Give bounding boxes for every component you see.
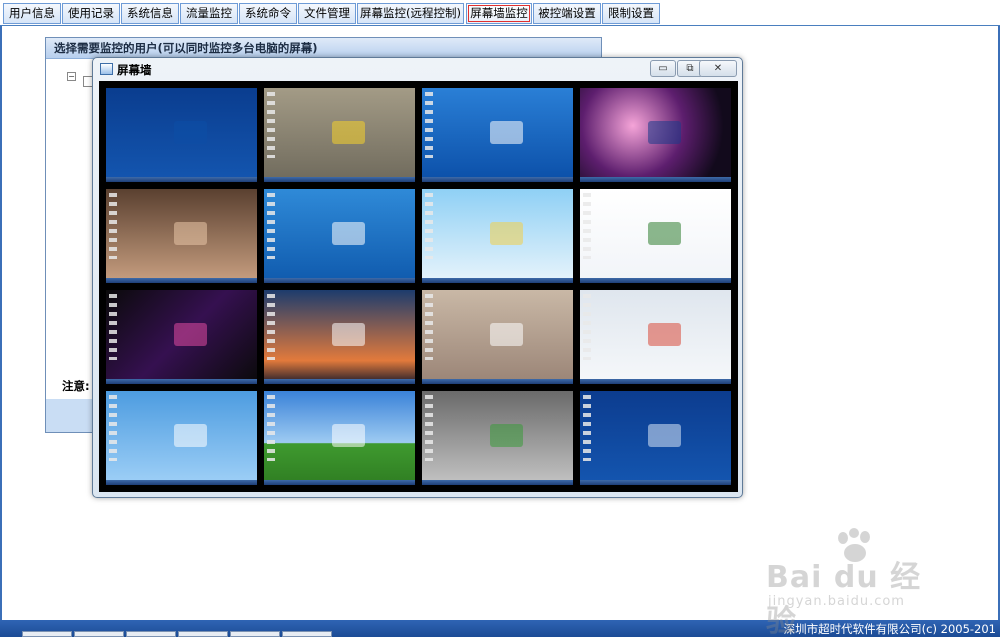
tab-screen-monitor-remote[interactable]: 屏幕监控(远程控制)	[357, 3, 464, 24]
screen-taskbar	[580, 480, 731, 485]
desktop-icons	[109, 193, 117, 259]
desktop-icons	[425, 395, 433, 461]
monitored-screen-thumbnail[interactable]	[106, 290, 257, 384]
screen-content-accent	[489, 120, 524, 145]
screen-taskbar	[106, 379, 257, 384]
monitored-screen-thumbnail[interactable]	[264, 391, 415, 485]
screen-taskbar	[106, 177, 257, 182]
tab-file-management[interactable]: 文件管理	[298, 3, 356, 24]
screen-wall-grid	[99, 81, 738, 492]
baidu-watermark: Bai du 经验 jingyan.baidu.com	[766, 528, 946, 637]
tab-usage-records[interactable]: 使用记录	[62, 3, 120, 24]
screen-taskbar	[422, 379, 573, 384]
monitored-screen-thumbnail[interactable]	[264, 88, 415, 182]
window-title: 屏幕墙	[117, 63, 152, 77]
screen-taskbar	[264, 177, 415, 182]
monitored-screen-thumbnail[interactable]	[422, 391, 573, 485]
monitored-screen-thumbnail[interactable]	[580, 391, 731, 485]
monitored-screen-thumbnail[interactable]	[106, 391, 257, 485]
screen-content-accent	[489, 221, 524, 246]
desktop-icons	[267, 193, 275, 259]
tab-screen-wall-monitor[interactable]: 屏幕墙监控	[466, 3, 532, 24]
tab-client-settings[interactable]: 被控端设置	[533, 3, 601, 24]
screen-taskbar	[106, 480, 257, 485]
screen-taskbar	[422, 480, 573, 485]
screen-taskbar	[422, 278, 573, 283]
desktop-icons	[267, 294, 275, 360]
desktop-icons	[109, 395, 117, 461]
screen-wall-window: 屏幕墙 ▭ ⧉ ✕	[92, 57, 743, 498]
screen-taskbar	[422, 177, 573, 182]
screen-content-accent	[647, 120, 682, 145]
screen-taskbar	[264, 278, 415, 283]
screen-content-accent	[647, 221, 682, 246]
screen-content-accent	[173, 221, 208, 246]
tab-traffic-monitor[interactable]: 流量监控	[180, 3, 238, 24]
close-button[interactable]: ✕	[699, 60, 737, 77]
monitored-screen-thumbnail[interactable]	[106, 189, 257, 283]
monitored-screen-thumbnail[interactable]	[106, 88, 257, 182]
tab-system-info[interactable]: 系统信息	[121, 3, 179, 24]
tab-user-info[interactable]: 用户信息	[3, 3, 61, 24]
monitored-screen-thumbnail[interactable]	[580, 189, 731, 283]
notice-label: 注意:	[62, 379, 90, 393]
screen-content-accent	[331, 423, 366, 448]
status-taskbar-slot[interactable]	[282, 631, 332, 637]
monitored-screen-thumbnail[interactable]	[264, 290, 415, 384]
monitored-screen-thumbnail[interactable]	[580, 290, 731, 384]
screen-content-accent	[173, 120, 208, 145]
desktop-icons	[583, 193, 591, 259]
status-taskbar-slot[interactable]	[230, 631, 280, 637]
screen-taskbar	[264, 480, 415, 485]
tree-collapse-toggle[interactable]: −	[67, 72, 76, 81]
screen-content-accent	[173, 322, 208, 347]
select-user-dialog-title: 选择需要监控的用户(可以同时监控多台电脑的屏幕)	[46, 38, 601, 59]
screen-content-accent	[489, 423, 524, 448]
main-tab-bar: 用户信息 使用记录 系统信息 流量监控 系统命令 文件管理 屏幕监控(远程控制)…	[0, 0, 1000, 26]
screen-content-accent	[331, 221, 366, 246]
screen-content-accent	[489, 322, 524, 347]
desktop-icons	[583, 395, 591, 461]
tab-restriction-settings[interactable]: 限制设置	[602, 3, 660, 24]
status-taskbar-slot[interactable]	[22, 631, 72, 637]
status-taskbar-slot[interactable]	[178, 631, 228, 637]
screen-content-accent	[647, 322, 682, 347]
status-taskbar-slot[interactable]	[126, 631, 176, 637]
left-frame-border	[0, 26, 2, 620]
monitored-screen-thumbnail[interactable]	[422, 189, 573, 283]
monitored-screen-thumbnail[interactable]	[580, 88, 731, 182]
monitored-screen-thumbnail[interactable]	[422, 88, 573, 182]
tab-system-command[interactable]: 系统命令	[239, 3, 297, 24]
desktop-icons	[267, 395, 275, 461]
screen-taskbar	[580, 278, 731, 283]
screen-taskbar	[580, 177, 731, 182]
desktop-icons	[425, 92, 433, 158]
screen-content-accent	[331, 322, 366, 347]
monitored-screen-thumbnail[interactable]	[264, 189, 415, 283]
monitored-screen-thumbnail[interactable]	[422, 290, 573, 384]
desktop-icons	[425, 193, 433, 259]
minimize-button[interactable]: ▭	[650, 60, 676, 77]
desktop-icons	[109, 294, 117, 360]
screen-content-accent	[331, 120, 366, 145]
screen-content-accent	[173, 423, 208, 448]
desktop-icons	[425, 294, 433, 360]
screen-taskbar	[264, 379, 415, 384]
desktop-icons	[583, 294, 591, 360]
screen-taskbar	[580, 379, 731, 384]
desktop-icons	[267, 92, 275, 158]
screen-content-accent	[647, 423, 682, 448]
window-app-icon	[100, 63, 113, 75]
screen-taskbar	[106, 278, 257, 283]
watermark-site: jingyan.baidu.com	[768, 594, 905, 609]
status-taskbar-slot[interactable]	[74, 631, 124, 637]
